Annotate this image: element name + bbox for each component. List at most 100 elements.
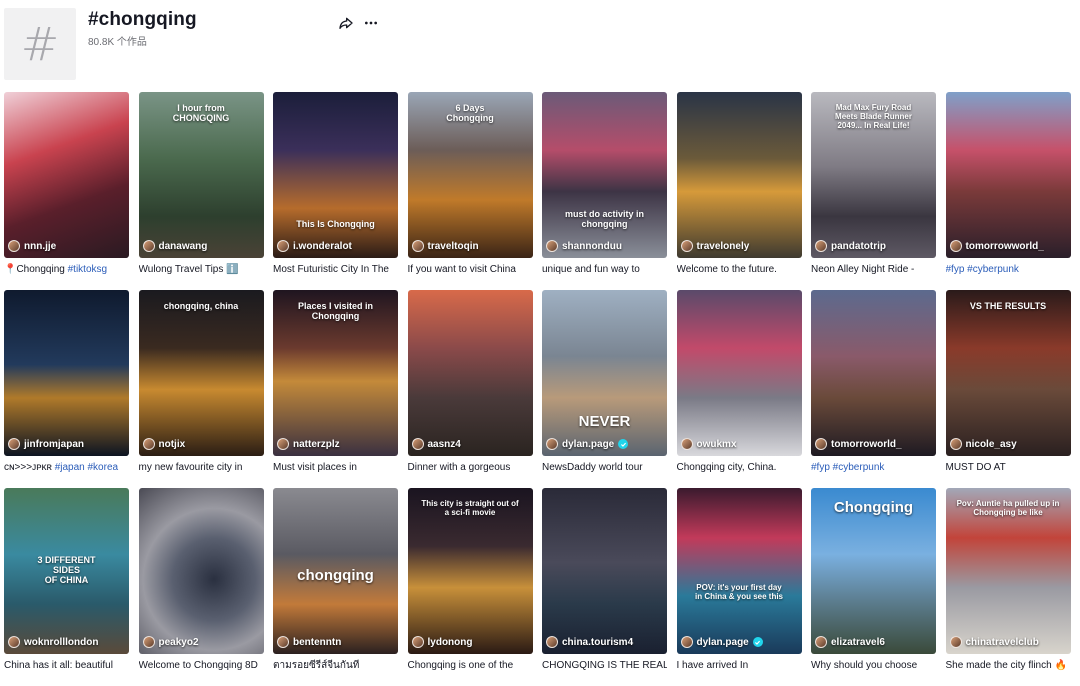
video-card[interactable]: tomorrowworld_ #fyp #cyberpunk: [945, 92, 1071, 290]
video-caption[interactable]: China has it all: beautiful: [4, 659, 129, 673]
caption-hashtags[interactable]: #tiktoksg: [68, 264, 107, 275]
video-caption[interactable]: If you want to visit China: [408, 263, 533, 277]
caption-hashtags[interactable]: #fyp #cyberpunk: [946, 264, 1019, 275]
video-caption[interactable]: I have arrived In: [677, 659, 802, 673]
video-author[interactable]: nnn.jje: [8, 240, 56, 252]
author-avatar[interactable]: [949, 240, 962, 252]
video-caption[interactable]: Must visit places in: [273, 461, 398, 475]
video-caption[interactable]: my new favourite city in: [139, 461, 264, 475]
video-caption[interactable]: NewsDaddy world tour: [542, 461, 667, 475]
video-author[interactable]: owukmx: [680, 438, 737, 450]
video-caption[interactable]: Most Futuristic City In The: [273, 263, 398, 277]
video-author[interactable]: natterzplz: [277, 438, 340, 450]
author-avatar[interactable]: [277, 438, 289, 450]
video-caption[interactable]: Neon Alley Night Ride -: [811, 263, 936, 277]
video-card[interactable]: owukmx Chongqing city, China.: [676, 290, 802, 488]
author-avatar[interactable]: [142, 240, 155, 252]
video-author[interactable]: chinatravelclub: [949, 636, 1039, 648]
video-card[interactable]: VS THE RESULTS nicole_asy MUST DO AT: [945, 290, 1071, 488]
video-caption[interactable]: CHONGQING IS THE REAL-: [542, 659, 667, 673]
video-card[interactable]: must do activity in chongqing shannonduu u…: [542, 92, 667, 290]
video-author[interactable]: traveltoqin: [411, 240, 479, 252]
caption-hashtags[interactable]: #japan #korea: [55, 462, 118, 473]
video-author[interactable]: tomorroworld_: [815, 438, 902, 450]
video-thumbnail[interactable]: nnn.jje: [4, 92, 129, 258]
video-card[interactable]: aasnz4 Dinner with a gorgeous: [407, 290, 533, 488]
video-card[interactable]: tomorroworld_ #fyp #cyberpunk: [811, 290, 936, 488]
author-name[interactable]: dylan.page: [562, 439, 614, 450]
video-card[interactable]: 3 DIFFERENT SIDES OF CHINA woknrolllondon…: [4, 488, 129, 686]
video-thumbnail[interactable]: chongqing, china notjix: [138, 290, 264, 456]
video-thumbnail[interactable]: tomorroworld_: [811, 290, 936, 456]
author-name[interactable]: tomorrowworld_: [966, 241, 1044, 252]
video-thumbnail[interactable]: must do activity in chongqing shannonduu: [542, 92, 667, 258]
video-author[interactable]: elizatravel6: [815, 636, 885, 648]
video-author[interactable]: woknrolllondon: [8, 636, 98, 648]
video-card[interactable]: nnn.jje 📍Chongqing #tiktoksg: [4, 92, 129, 290]
video-author[interactable]: china.tourism4: [546, 636, 633, 648]
video-author[interactable]: aasnz4: [411, 438, 461, 450]
video-thumbnail[interactable]: travelonely: [676, 92, 802, 258]
video-card[interactable]: 6 Days Chongqing traveltoqin If you want t…: [407, 92, 533, 290]
video-thumbnail[interactable]: This city is straight out of a sci-fi mo…: [407, 488, 533, 654]
video-thumbnail[interactable]: Chongqing elizatravel6: [811, 488, 936, 654]
author-name[interactable]: traveltoqin: [428, 241, 479, 252]
author-name[interactable]: chinatravelclub: [966, 637, 1039, 648]
video-thumbnail[interactable]: 3 DIFFERENT SIDES OF CHINA woknrolllondon: [4, 488, 129, 654]
author-avatar[interactable]: [546, 636, 558, 648]
video-caption[interactable]: Wulong Travel Tips ℹ️: [139, 263, 264, 277]
more-button[interactable]: [360, 12, 382, 34]
author-name[interactable]: lydonong: [428, 637, 473, 648]
author-avatar[interactable]: [680, 438, 693, 450]
author-name[interactable]: aasnz4: [428, 439, 461, 450]
video-card[interactable]: travelonely Welcome to the future.: [676, 92, 802, 290]
video-author[interactable]: pandatotrip: [815, 240, 886, 252]
video-thumbnail[interactable]: Places I visited in Chongqing natterzplz: [273, 290, 398, 456]
video-card[interactable]: Pov: Auntie ha pulled up in Chongqing be…: [945, 488, 1071, 686]
video-thumbnail[interactable]: VS THE RESULTS nicole_asy: [945, 290, 1071, 456]
author-name[interactable]: peakyo2: [159, 637, 199, 648]
author-avatar[interactable]: [8, 240, 20, 252]
video-card[interactable]: chongqing bentenntn ตามรอยซีรีส์จีนกันที่: [273, 488, 398, 686]
video-card[interactable]: POV: it's your first day in China & you …: [676, 488, 802, 686]
video-caption[interactable]: Why should you choose: [811, 659, 936, 673]
video-thumbnail[interactable]: I hour from CHONGQING danawang: [138, 92, 264, 258]
video-thumbnail[interactable]: china.tourism4: [542, 488, 667, 654]
author-name[interactable]: dylan.page: [697, 637, 749, 648]
video-caption[interactable]: Chongqing is one of the: [408, 659, 533, 673]
author-avatar[interactable]: [815, 438, 827, 450]
video-thumbnail[interactable]: peakyo2: [138, 488, 264, 654]
author-name[interactable]: pandatotrip: [831, 241, 886, 252]
video-card[interactable]: This city is straight out of a sci-fi mo…: [407, 488, 533, 686]
video-caption[interactable]: Welcome to the future.: [677, 263, 802, 277]
video-author[interactable]: tomorrowworld_: [949, 240, 1044, 252]
author-name[interactable]: owukmx: [697, 439, 737, 450]
author-name[interactable]: natterzplz: [293, 439, 340, 450]
author-name[interactable]: notjix: [159, 439, 186, 450]
video-card[interactable]: china.tourism4 CHONGQING IS THE REAL-: [542, 488, 667, 686]
video-author[interactable]: peakyo2: [142, 636, 199, 648]
author-avatar[interactable]: [815, 636, 827, 648]
author-avatar[interactable]: [949, 438, 962, 450]
author-name[interactable]: nicole_asy: [966, 439, 1017, 450]
video-card[interactable]: Chongqing elizatravel6 Why should you choo…: [811, 488, 936, 686]
author-avatar[interactable]: [277, 636, 289, 648]
video-author[interactable]: dylan.page: [546, 438, 629, 450]
video-author[interactable]: lydonong: [411, 636, 473, 648]
video-author[interactable]: shannonduu: [546, 240, 622, 252]
video-author[interactable]: travelonely: [680, 240, 750, 252]
author-avatar[interactable]: [8, 438, 20, 450]
author-name[interactable]: elizatravel6: [831, 637, 885, 648]
author-name[interactable]: danawang: [159, 241, 208, 252]
video-card[interactable]: NEVER dylan.page NewsDaddy world tour: [542, 290, 667, 488]
author-avatar[interactable]: [680, 636, 693, 648]
video-thumbnail[interactable]: NEVER dylan.page: [542, 290, 667, 456]
author-avatar[interactable]: [949, 636, 962, 648]
video-caption[interactable]: MUST DO AT: [946, 461, 1071, 475]
video-author[interactable]: nicole_asy: [949, 438, 1017, 450]
video-caption[interactable]: Chongqing city, China.: [677, 461, 802, 475]
author-avatar[interactable]: [277, 240, 289, 252]
author-name[interactable]: china.tourism4: [562, 637, 633, 648]
author-avatar[interactable]: [142, 636, 155, 648]
author-name[interactable]: travelonely: [697, 241, 750, 252]
